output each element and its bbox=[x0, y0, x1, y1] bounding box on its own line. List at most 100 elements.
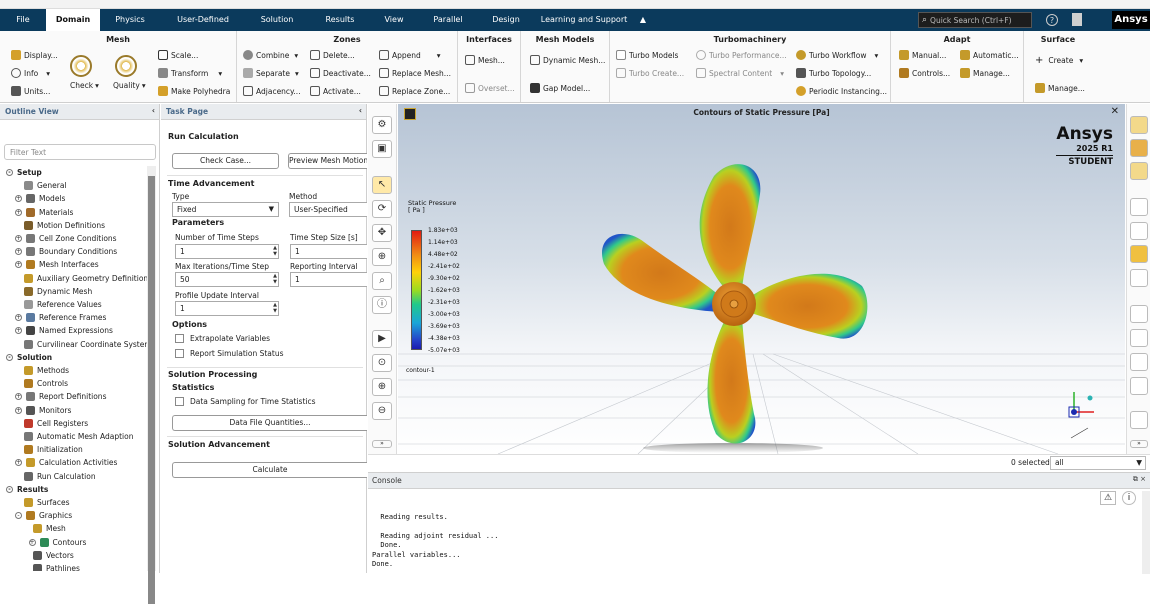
collapse-icon[interactable]: - bbox=[15, 512, 22, 520]
tree-item[interactable]: + Boundary Conditions bbox=[15, 245, 117, 258]
tree-item[interactable]: + Materials bbox=[15, 206, 73, 219]
report-icon[interactable] bbox=[1130, 353, 1148, 371]
zoom-in-out-icon[interactable]: ⊕ bbox=[372, 248, 392, 266]
expand-toolbar-icon[interactable]: » bbox=[1130, 440, 1148, 448]
check-case-button[interactable]: Check Case... bbox=[172, 153, 279, 169]
help-icon[interactable]: ? bbox=[1046, 14, 1058, 26]
tree-item[interactable]: Automatic Mesh Adaption bbox=[24, 430, 133, 443]
expand-icon[interactable]: + bbox=[28, 538, 36, 546]
select-icon[interactable]: ▶ bbox=[372, 330, 392, 348]
menu-learning-support[interactable]: Learning and Support bbox=[532, 9, 636, 31]
tree-item[interactable]: Auxiliary Geometry Definitions bbox=[24, 272, 147, 285]
menu-physics[interactable]: Physics bbox=[100, 9, 160, 31]
mesh-units-button[interactable]: Units... bbox=[11, 86, 50, 96]
expand-icon[interactable]: + bbox=[15, 314, 22, 322]
outline-scroll-thumb[interactable] bbox=[148, 176, 155, 604]
adapt-manual-button[interactable]: Manual... bbox=[899, 50, 946, 60]
expand-icon[interactable]: + bbox=[15, 406, 22, 414]
render-style-icon[interactable] bbox=[1130, 116, 1148, 134]
check-icon[interactable] bbox=[70, 55, 92, 77]
tree-item[interactable]: + Models bbox=[15, 192, 65, 205]
zones-adjacency-button[interactable]: Adjacency... bbox=[243, 86, 301, 96]
tree-item[interactable]: Vectors bbox=[33, 549, 74, 562]
collapse-ribbon-icon[interactable]: ▲ bbox=[636, 9, 650, 31]
menu-design[interactable]: Design bbox=[480, 9, 532, 31]
tree-item[interactable]: + Reference Frames bbox=[15, 311, 106, 324]
tree-item[interactable]: Mesh bbox=[33, 522, 66, 535]
max-iterations-input[interactable]: 50 ▲ ▼ bbox=[175, 272, 279, 287]
surface-create-button[interactable]: + Create ▾ bbox=[1035, 55, 1083, 66]
menu-view[interactable]: View bbox=[372, 9, 416, 31]
console-scrollbar[interactable] bbox=[1142, 491, 1150, 574]
interfaces-mesh-button[interactable]: Mesh... bbox=[465, 55, 505, 65]
menu-solution[interactable]: Solution bbox=[246, 9, 308, 31]
tree-item[interactable]: Initialization bbox=[24, 443, 83, 456]
outline-filter-input[interactable]: Filter Text bbox=[4, 144, 156, 160]
mesh-transform-button[interactable]: Transform ▾ bbox=[158, 68, 222, 78]
zones-activate-button[interactable]: Activate... bbox=[310, 86, 361, 96]
make-polyhedra-button[interactable]: Make Polyhedra bbox=[158, 86, 230, 96]
tree-item[interactable]: + Cell Zone Conditions bbox=[15, 232, 117, 245]
graphics-viewport[interactable]: Contours of Static Pressure [Pa] ✕ Ansys… bbox=[398, 104, 1125, 454]
hide-eye-icon[interactable] bbox=[1130, 222, 1148, 240]
layout-icon[interactable] bbox=[1130, 377, 1148, 395]
expand-icon[interactable]: + bbox=[15, 459, 22, 467]
data-sampling-checkbox[interactable]: Data Sampling for Time Statistics bbox=[175, 397, 316, 406]
menu-user-defined[interactable]: User-Defined bbox=[160, 9, 246, 31]
view-eye-icon[interactable] bbox=[1130, 198, 1148, 216]
spectral-content-button[interactable]: Spectral Content ▾ bbox=[696, 68, 784, 78]
expand-icon[interactable]: + bbox=[15, 261, 22, 269]
pointer-icon[interactable]: ↖ bbox=[372, 176, 392, 194]
expand-toolbar-icon[interactable]: » bbox=[372, 440, 392, 448]
tree-item[interactable]: Cell Registers bbox=[24, 417, 88, 430]
adapt-controls-button[interactable]: Controls... bbox=[899, 68, 950, 78]
tree-item[interactable]: Dynamic Mesh bbox=[24, 285, 92, 298]
tree-item[interactable]: + Mesh Interfaces bbox=[15, 258, 99, 271]
expand-icon[interactable]: + bbox=[15, 208, 22, 216]
quality-icon[interactable] bbox=[115, 55, 137, 77]
expand-icon[interactable]: + bbox=[15, 248, 22, 256]
menu-results[interactable]: Results bbox=[308, 9, 372, 31]
dynamic-mesh-button[interactable]: Dynamic Mesh... bbox=[530, 55, 605, 65]
adapt-manage-button[interactable]: Manage... bbox=[960, 68, 1010, 78]
tree-item[interactable]: Reference Values bbox=[24, 298, 102, 311]
mesh-info-button[interactable]: Info ▾ bbox=[11, 68, 50, 78]
tree-section[interactable]: - Results bbox=[6, 483, 48, 496]
profile-update-interval-input[interactable]: 1 ▲ ▼ bbox=[175, 301, 279, 316]
collapse-panel-icon[interactable]: ‹ bbox=[359, 106, 362, 115]
selection-filter-select[interactable]: all ▼ bbox=[1050, 456, 1146, 470]
num-time-steps-input[interactable]: 1 ▲ ▼ bbox=[175, 244, 279, 259]
menu-parallel[interactable]: Parallel bbox=[416, 9, 480, 31]
interfaces-overset-button[interactable]: Overset... bbox=[465, 83, 515, 93]
lighting-icon[interactable] bbox=[1130, 139, 1148, 157]
detach-console-icon[interactable]: ⧉ × bbox=[1133, 475, 1146, 484]
preview-mesh-motion-button[interactable]: Preview Mesh Motion... bbox=[288, 153, 367, 169]
tree-item[interactable]: Surfaces bbox=[24, 496, 69, 509]
tree-item[interactable]: Methods bbox=[24, 364, 69, 377]
adapt-automatic-button[interactable]: Automatic... bbox=[960, 50, 1019, 60]
warning-icon[interactable]: ⚠ bbox=[1100, 491, 1116, 505]
extrapolate-variables-checkbox[interactable]: Extrapolate Variables bbox=[175, 334, 270, 343]
gap-model-button[interactable]: Gap Model... bbox=[530, 83, 590, 93]
zones-separate-button[interactable]: Separate ▾ bbox=[243, 68, 299, 78]
report-simulation-status-checkbox[interactable]: Report Simulation Status bbox=[175, 349, 283, 358]
zones-combine-button[interactable]: Combine ▾ bbox=[243, 50, 298, 60]
collapse-icon[interactable]: - bbox=[6, 169, 13, 176]
zones-replace-zone-button[interactable]: Replace Zone... bbox=[379, 86, 450, 96]
probe-info-icon[interactable]: ⓘ bbox=[372, 296, 392, 314]
console-output[interactable]: Reading results. Reading adjoint residua… bbox=[372, 503, 498, 570]
tree-item[interactable]: + Calculation Activities bbox=[15, 456, 117, 469]
surface-manage-button[interactable]: Manage... bbox=[1035, 83, 1085, 93]
data-file-quantities-button[interactable]: Data File Quantities... bbox=[172, 415, 367, 431]
plot-icon[interactable] bbox=[1130, 305, 1148, 323]
zones-append-button[interactable]: Append ▾ bbox=[379, 50, 441, 60]
zones-delete-button[interactable]: Delete... bbox=[310, 50, 355, 60]
tree-item[interactable]: + Monitors bbox=[15, 404, 71, 417]
collapse-panel-icon[interactable]: ‹ bbox=[152, 106, 155, 115]
time-step-size-input[interactable]: 1 bbox=[290, 244, 367, 259]
tree-item[interactable]: General bbox=[24, 179, 67, 192]
periodic-instancing-button[interactable]: Periodic Instancing... bbox=[796, 86, 887, 96]
pan-icon[interactable]: ✥ bbox=[372, 224, 392, 242]
window-icon[interactable] bbox=[1130, 245, 1148, 263]
fit-to-window-icon[interactable]: ⊙ bbox=[372, 354, 392, 372]
